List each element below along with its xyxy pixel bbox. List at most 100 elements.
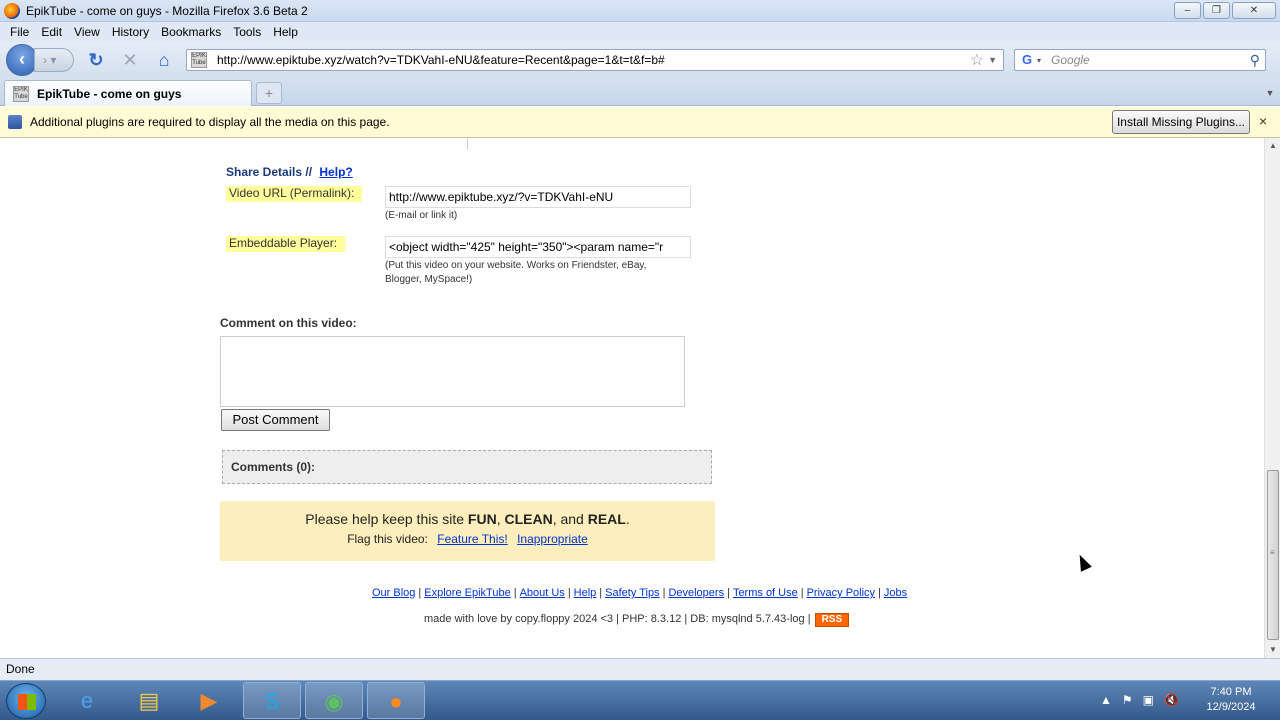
search-icon[interactable]: ⚲ bbox=[1250, 52, 1260, 69]
flag-word-clean: CLEAN bbox=[504, 511, 553, 527]
url-text[interactable]: http://www.epiktube.xyz/watch?v=TDKVahI-… bbox=[217, 53, 970, 67]
firefox-logo-icon bbox=[4, 2, 20, 19]
menu-bookmarks[interactable]: Bookmarks bbox=[155, 25, 227, 39]
menu-bar: File Edit View History Bookmarks Tools H… bbox=[0, 22, 1280, 42]
footer-link-explore[interactable]: Explore EpikTube bbox=[424, 587, 510, 599]
menu-edit[interactable]: Edit bbox=[35, 25, 68, 39]
tab-bar: EPIK Tube EpikTube - come on guys + ▼ bbox=[0, 78, 1280, 106]
tab-epiktube[interactable]: EPIK Tube EpikTube - come on guys bbox=[4, 80, 252, 106]
close-notification-icon[interactable]: × bbox=[1259, 113, 1267, 129]
flag-message-prefix: Please help keep this site bbox=[305, 511, 465, 527]
firefox-taskbar-icon[interactable]: ● bbox=[367, 682, 425, 719]
feature-this-link[interactable]: Feature This! bbox=[437, 532, 507, 546]
google-icon[interactable]: G bbox=[1019, 52, 1035, 68]
footer-link-safety-tips[interactable]: Safety Tips bbox=[605, 587, 659, 599]
system-tray: ▲ ⚑ ▣ 🔇 bbox=[1100, 693, 1179, 707]
search-engine-dropdown-icon[interactable]: ▾ bbox=[1037, 56, 1041, 65]
minimize-button[interactable]: – bbox=[1174, 2, 1201, 19]
site-favicon-icon: EPIK Tube bbox=[191, 52, 207, 68]
share-help-link[interactable]: Help? bbox=[319, 165, 352, 179]
inappropriate-link[interactable]: Inappropriate bbox=[517, 532, 588, 546]
post-comment-button[interactable]: Post Comment bbox=[221, 409, 330, 431]
scroll-up-icon[interactable]: ▲ bbox=[1265, 138, 1280, 154]
embed-player-label: Embeddable Player: bbox=[226, 236, 346, 252]
embed-hint-line-1: (Put this video on your website. Works o… bbox=[385, 260, 647, 271]
stop-icon[interactable]: ✕ bbox=[118, 48, 142, 72]
footer-link-about-us[interactable]: About Us bbox=[520, 587, 565, 599]
comment-textarea[interactable] bbox=[220, 336, 685, 407]
install-missing-plugins-button[interactable]: Install Missing Plugins... bbox=[1112, 110, 1250, 134]
status-bar: Done bbox=[0, 658, 1280, 680]
action-center-flag-icon[interactable]: ⚑ bbox=[1122, 693, 1133, 707]
status-text: Done bbox=[6, 662, 35, 676]
footer-link-terms[interactable]: Terms of Use bbox=[733, 587, 798, 599]
menu-help[interactable]: Help bbox=[267, 25, 304, 39]
notification-message: Additional plugins are required to displ… bbox=[30, 115, 390, 129]
footer-link-our-blog[interactable]: Our Blog bbox=[372, 587, 415, 599]
internet-explorer-icon[interactable]: e bbox=[58, 682, 116, 719]
footer-credits: made with love by copy.floppy 2024 <3 | … bbox=[424, 613, 850, 627]
comment-label: Comment on this video: bbox=[220, 316, 357, 330]
search-bar[interactable]: G ▾ Google ⚲ bbox=[1014, 49, 1266, 71]
rss-badge[interactable]: RSS bbox=[814, 613, 850, 627]
scrollbar-thumb[interactable]: ≡ bbox=[1267, 470, 1279, 640]
share-details-title: Share Details // bbox=[226, 165, 313, 179]
tab-list-dropdown-icon[interactable]: ▼ bbox=[1262, 82, 1278, 104]
video-url-field[interactable]: http://www.epiktube.xyz/?v=TDKVahI-eNU bbox=[385, 186, 691, 208]
search-input[interactable]: Google bbox=[1051, 53, 1250, 67]
reload-icon[interactable]: ↻ bbox=[84, 48, 108, 72]
forward-button[interactable]: › ▾ bbox=[34, 48, 74, 72]
start-button[interactable] bbox=[6, 683, 46, 719]
volume-muted-icon[interactable]: 🔇 bbox=[1164, 693, 1179, 707]
new-tab-button[interactable]: + bbox=[256, 82, 282, 104]
maximize-button[interactable]: ❐ bbox=[1203, 2, 1230, 19]
url-dropdown-icon[interactable]: ▼ bbox=[988, 55, 997, 65]
menu-history[interactable]: History bbox=[106, 25, 155, 39]
footer-link-developers[interactable]: Developers bbox=[668, 587, 724, 599]
media-player-icon[interactable]: ▶ bbox=[180, 682, 238, 719]
flag-sep-2: , and bbox=[552, 511, 584, 527]
comments-section: Comments (0): bbox=[222, 450, 712, 484]
menu-view[interactable]: View bbox=[68, 25, 106, 39]
video-url-hint: (E-mail or link it) bbox=[385, 210, 458, 221]
window-titlebar: EpikTube - come on guys - Mozilla Firefo… bbox=[0, 0, 1280, 22]
home-icon[interactable]: ⌂ bbox=[152, 48, 176, 72]
flag-label: Flag this video: bbox=[347, 532, 428, 546]
system-clock[interactable]: 7:40 PM 12/9/2024 bbox=[1198, 685, 1264, 715]
divider bbox=[467, 138, 468, 150]
footer-link-help[interactable]: Help bbox=[574, 587, 597, 599]
flag-word-fun: FUN bbox=[467, 511, 497, 527]
flag-end: . bbox=[625, 511, 630, 527]
page-content: Share Details // Help? Video URL (Permal… bbox=[0, 138, 1264, 658]
plugin-notification-bar: Additional plugins are required to displ… bbox=[0, 107, 1280, 138]
flag-sep-1: , bbox=[496, 511, 501, 527]
tray-expand-icon[interactable]: ▲ bbox=[1100, 693, 1112, 707]
menu-tools[interactable]: Tools bbox=[227, 25, 267, 39]
embed-code-field[interactable]: <object width="425" height="350"><param … bbox=[385, 236, 691, 258]
footer-link-privacy[interactable]: Privacy Policy bbox=[807, 587, 875, 599]
tab-label: EpikTube - come on guys bbox=[37, 86, 182, 101]
share-details-heading: Share Details // Help? bbox=[226, 165, 353, 179]
flag-message: Please help keep this site FUN, CLEAN, a… bbox=[220, 511, 715, 527]
url-bar[interactable]: EPIK Tube http://www.epiktube.xyz/watch?… bbox=[186, 49, 1004, 71]
flag-box: Please help keep this site FUN, CLEAN, a… bbox=[220, 501, 715, 561]
flag-actions: Flag this video: Feature This! Inappropr… bbox=[220, 532, 715, 546]
skype-icon[interactable]: S bbox=[243, 682, 301, 719]
close-window-button[interactable]: ✕ bbox=[1232, 2, 1276, 19]
clock-time: 7:40 PM bbox=[1210, 686, 1252, 698]
menu-file[interactable]: File bbox=[4, 25, 35, 39]
scroll-down-icon[interactable]: ▼ bbox=[1265, 642, 1280, 658]
windows-explorer-icon[interactable]: ▤ bbox=[120, 682, 178, 719]
plugin-icon bbox=[8, 115, 22, 129]
bookmark-star-icon[interactable]: ☆ bbox=[970, 50, 984, 70]
vertical-scrollbar[interactable]: ▲ ≡ ▼ bbox=[1264, 138, 1280, 658]
footer-links: Our Blog | Explore EpikTube | About Us | Help |… bbox=[372, 587, 908, 599]
footer-link-jobs[interactable]: Jobs bbox=[884, 587, 907, 599]
window-title: EpikTube - come on guys - Mozilla Firefo… bbox=[26, 3, 308, 18]
embed-hint-line-2: Blogger, MySpace!) bbox=[385, 274, 473, 285]
network-icon[interactable]: ▣ bbox=[1143, 693, 1154, 707]
windows-taskbar: e ▤ ▶ S ◉ ● ▲ ⚑ ▣ 🔇 7:40 PM 12/9/2024 bbox=[0, 680, 1280, 720]
video-url-label: Video URL (Permalink): bbox=[226, 186, 363, 202]
chrome-icon[interactable]: ◉ bbox=[305, 682, 363, 719]
navigation-toolbar: ‹ › ▾ ↻ ✕ ⌂ EPIK Tube http://www.epiktub… bbox=[0, 42, 1280, 78]
